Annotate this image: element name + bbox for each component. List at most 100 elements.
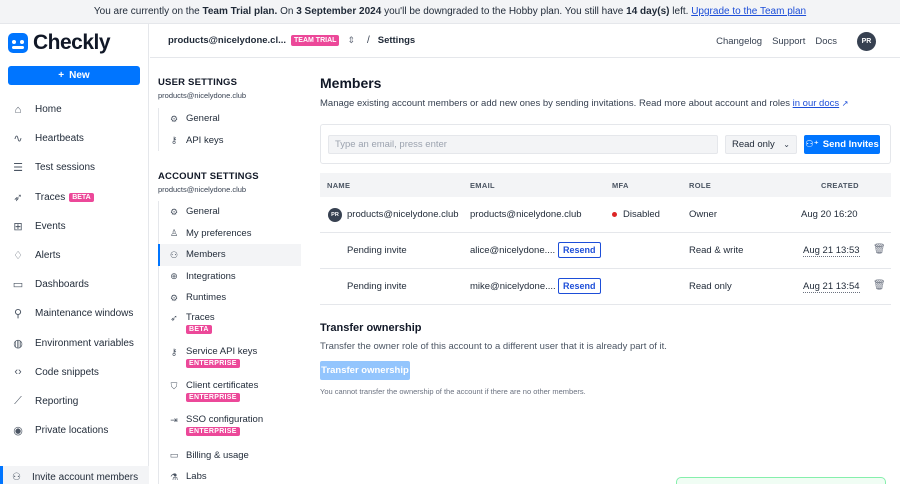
table-header: NAME EMAIL MFA ROLE CREATED: [320, 173, 891, 197]
runtimes-icon: ⚙: [169, 292, 179, 303]
sidebar-item-label: Traces: [35, 191, 66, 203]
subnav-user-general[interactable]: ⚙ General: [159, 108, 301, 130]
user-avatar[interactable]: PR: [857, 31, 876, 51]
sidebar-item-invite-members[interactable]: ⚇ Invite account members: [0, 466, 149, 484]
checkly-logo[interactable]: Checkly: [8, 31, 111, 55]
docs-link[interactable]: Docs: [815, 36, 837, 47]
banner-date: 3 September 2024: [296, 6, 382, 17]
team-trial-badge: TEAM TRIAL: [291, 35, 340, 46]
subnav-item-label: Runtimes: [186, 292, 227, 304]
upgrade-link[interactable]: Upgrade to the Team plan: [691, 6, 806, 17]
sidebar-item-label: Code snippets: [35, 366, 99, 378]
transfer-ownership-button[interactable]: Transfer ownership: [320, 361, 410, 380]
resend-button[interactable]: Resend: [558, 242, 601, 258]
subnav-item-label: Labs: [186, 471, 207, 483]
support-link[interactable]: Support: [772, 36, 805, 47]
sidebar-item-environment-variables[interactable]: ◍ Environment variables: [0, 329, 149, 358]
subnav-my-preferences[interactable]: ♙ My preferences: [159, 223, 301, 245]
home-icon: ⌂: [14, 103, 22, 116]
subnav-members[interactable]: ⚇ Members: [158, 244, 301, 266]
invite-email-input[interactable]: Type an email, press enter: [328, 135, 718, 154]
credit-card-icon: ▭: [169, 450, 179, 461]
sidebar-item-code-snippets[interactable]: ‹› Code snippets: [0, 358, 149, 387]
sidebar-item-test-sessions[interactable]: ☰ Test sessions: [0, 153, 149, 182]
subnav-item-label: Client certificates: [186, 379, 259, 391]
sidebar-item-private-locations[interactable]: ◉ Private locations: [0, 416, 149, 445]
subnav-traces[interactable]: ➶ Traces BETA: [159, 309, 301, 343]
sidebar-item-dashboards[interactable]: ▭ Dashboards: [0, 270, 149, 299]
sidebar-item-label: Dashboards: [35, 279, 89, 291]
sidebar-item-label: Reporting: [35, 395, 79, 407]
sidebar-item-events[interactable]: ⊞ Events: [0, 212, 149, 241]
subnav-user-api-keys[interactable]: ⚷ API keys: [159, 130, 301, 152]
subnav-service-api-keys[interactable]: ⚷ Service API keys ENTERPRISE: [159, 343, 301, 377]
subnav-item-label: General: [186, 113, 220, 125]
user-settings-title: USER SETTINGS: [158, 77, 238, 88]
status-dot-icon: [612, 211, 617, 217]
sidebar-item-reporting[interactable]: ⟋ Reporting: [0, 387, 149, 416]
sidebar-nav: ⌂ Home ∿ Heartbeats ☰ Test sessions ➶ Traces…: [0, 95, 149, 445]
table-row: Pending invite alice@nicelydone.... Rese…: [320, 233, 891, 269]
docs-link[interactable]: in our docs: [793, 98, 839, 109]
page-title: Members: [320, 75, 382, 91]
sidebar-item-label: Events: [35, 220, 66, 232]
sidebar-item-label: Environment variables: [35, 337, 134, 349]
enterprise-badge: ENTERPRISE: [186, 426, 240, 436]
subnav-runtimes[interactable]: ⚙ Runtimes: [159, 287, 301, 309]
new-button-label: New: [69, 70, 90, 81]
globe-icon: ◍: [13, 337, 23, 350]
delete-invite-icon[interactable]: 🗑: [873, 244, 886, 255]
enterprise-badge: ENTERPRISE: [186, 358, 240, 368]
user-icon: ♙: [169, 228, 179, 239]
invite-role-select[interactable]: Read only ⌄: [725, 135, 797, 154]
delete-invite-icon[interactable]: 🗑: [873, 280, 886, 291]
member-avatar: PR: [328, 208, 342, 222]
sidebar-item-heartbeats[interactable]: ∿ Heartbeats: [0, 124, 149, 153]
heartbeat-icon: ∿: [13, 133, 23, 146]
banner-on: On: [280, 6, 294, 17]
enterprise-badge: ENTERPRISE: [186, 392, 240, 402]
subnav-labs[interactable]: ⚗ Labs: [159, 466, 301, 484]
resend-button[interactable]: Resend: [558, 278, 601, 294]
subnav-client-certificates[interactable]: ⛉ Client certificates ENTERPRISE: [159, 377, 301, 411]
role-select-value: Read only: [732, 139, 775, 150]
main-sidebar: Checkly + New ⌂ Home ∿ Heartbeats ☰ Test se…: [0, 24, 149, 484]
chart-icon: ⟋: [14, 394, 22, 407]
new-button[interactable]: + New: [8, 66, 140, 85]
chevron-up-down-icon[interactable]: ⇕: [347, 35, 355, 46]
subnav-sso-configuration[interactable]: ⇥ SSO configuration ENTERPRISE: [159, 411, 301, 445]
account-switcher[interactable]: products@nicelydone.cl...: [168, 35, 286, 46]
members-icon: ⚇: [169, 249, 179, 260]
plus-icon: +: [58, 70, 65, 81]
members-page: Members Manage existing account members …: [320, 58, 900, 484]
beta-badge: BETA: [186, 324, 212, 334]
add-user-icon: ⚇⁺: [805, 139, 819, 150]
certificate-icon: ⛉: [170, 380, 178, 391]
subnav-item-label: API keys: [186, 134, 224, 146]
subnav-billing-usage[interactable]: ▭ Billing & usage: [159, 445, 301, 467]
sidebar-item-home[interactable]: ⌂ Home: [0, 95, 149, 124]
member-email: products@nicelydone.club: [470, 209, 582, 220]
table-row: PR products@nicelydone.club products@nic…: [320, 197, 891, 233]
subnav-integrations[interactable]: ⊕ Integrations: [159, 266, 301, 288]
banner-days: 14 day(s): [626, 6, 670, 17]
user-settings-group: ⚙ General ⚷ API keys: [158, 108, 301, 151]
gear-icon: ⚙: [169, 113, 179, 124]
dashboard-icon: ▭: [12, 279, 24, 292]
account-settings-email: products@nicelydone.club: [158, 185, 247, 194]
banner-prefix: You are currently on the: [93, 6, 200, 17]
sidebar-item-traces[interactable]: ➶ Traces BETA: [0, 183, 149, 212]
sidebar-item-maintenance-windows[interactable]: ⚲ Maintenance windows: [0, 299, 149, 328]
send-invites-button[interactable]: ⚇⁺ Send Invites: [804, 135, 880, 154]
sidebar-item-label: Heartbeats: [35, 133, 84, 145]
sidebar-item-alerts[interactable]: ♢ Alerts: [0, 241, 149, 270]
external-link-icon: ↗: [841, 99, 849, 108]
changelog-link[interactable]: Changelog: [716, 36, 762, 47]
beta-badge: BETA: [69, 192, 94, 202]
member-name: products@nicelydone.club: [347, 209, 459, 220]
integrations-icon: ⊕: [170, 271, 178, 282]
trial-banner: You are currently on the Team Trial plan…: [0, 0, 900, 24]
sidebar-item-label: Home: [35, 104, 62, 116]
invite-created: Aug 21 13:53: [803, 245, 860, 257]
subnav-account-general[interactable]: ⚙ General: [159, 201, 301, 223]
